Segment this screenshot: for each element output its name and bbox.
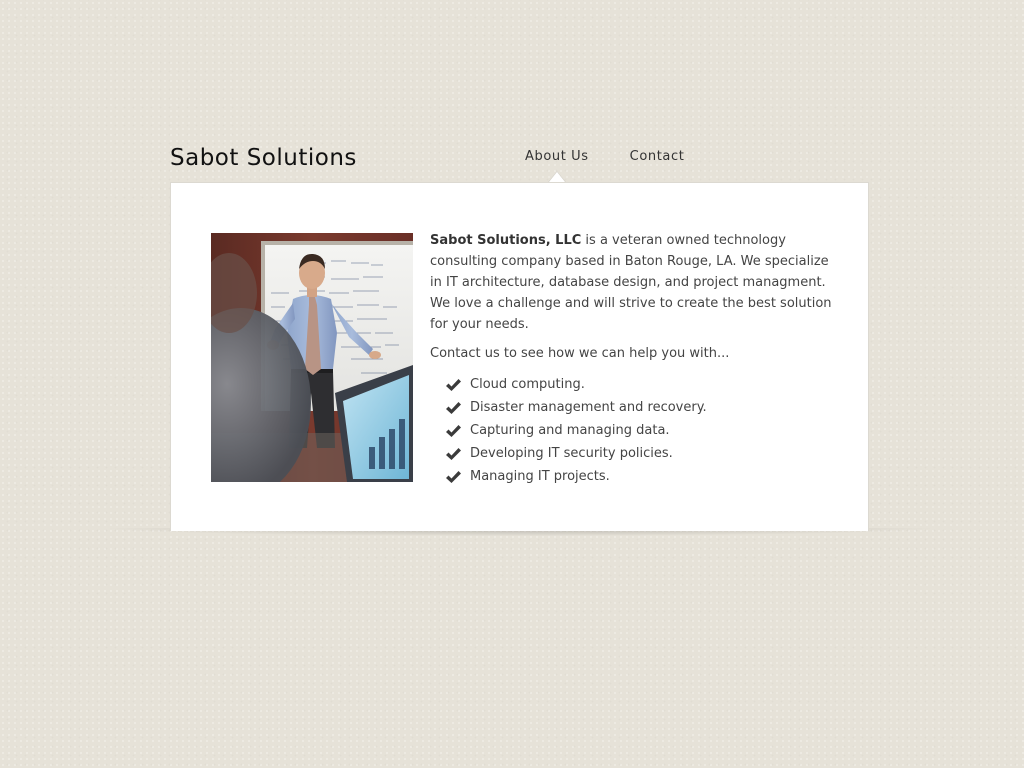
check-icon: [446, 401, 461, 414]
check-icon: [446, 470, 461, 483]
services-list: Cloud computing. Disaster management and…: [430, 373, 840, 488]
service-label: Disaster management and recovery.: [470, 400, 707, 415]
site-title[interactable]: Sabot Solutions: [170, 145, 357, 171]
page: Sabot Solutions About Us Contact Sabot S…: [0, 0, 1024, 768]
active-tab-pointer: [549, 172, 565, 182]
list-item: Managing IT projects.: [445, 465, 840, 488]
service-label: Capturing and managing data.: [470, 423, 670, 438]
check-icon: [446, 424, 461, 437]
service-label: Managing IT projects.: [470, 469, 610, 484]
company-name: Sabot Solutions, LLC: [430, 233, 582, 248]
list-item: Cloud computing.: [445, 373, 840, 396]
cta-text: Contact us to see how we can help you wi…: [430, 346, 730, 361]
main-nav: About Us Contact: [525, 149, 684, 164]
intro-paragraph: Sabot Solutions, LLC is a veteran owned …: [430, 230, 840, 335]
service-label: Developing IT security policies.: [470, 446, 673, 461]
about-content: Sabot Solutions, LLC is a veteran owned …: [430, 230, 840, 488]
check-icon: [446, 447, 461, 460]
nav-item-contact[interactable]: Contact: [630, 149, 685, 164]
check-icon: [446, 378, 461, 391]
list-item: Capturing and managing data.: [445, 419, 840, 442]
content-panel: Sabot Solutions, LLC is a veteran owned …: [170, 182, 869, 531]
presenter-photo: [211, 233, 413, 482]
service-label: Cloud computing.: [470, 377, 585, 392]
list-item: Disaster management and recovery.: [445, 396, 840, 419]
nav-item-about-us[interactable]: About Us: [525, 149, 589, 164]
list-item: Developing IT security policies.: [445, 442, 840, 465]
